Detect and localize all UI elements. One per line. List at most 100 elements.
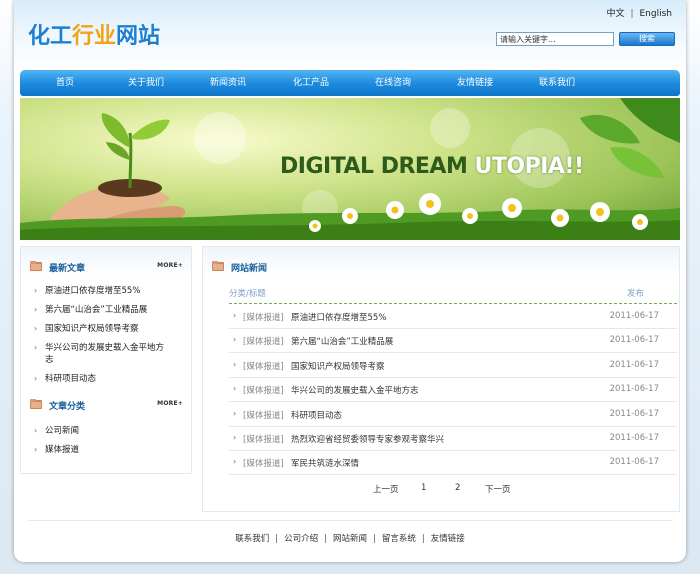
bullet-arrow-icon: › (34, 374, 38, 383)
news-title[interactable]: 军民共筑涟水深情 (291, 457, 359, 469)
lang-chinese-link[interactable]: 中文 (606, 9, 624, 19)
search-button[interactable]: 搜索 (619, 32, 675, 46)
news-row[interactable]: › [媒体报道] 第六届“山治会”工业精品展 2011-06-17 (229, 329, 677, 353)
pager-prev-link[interactable]: 上一页 (373, 483, 399, 495)
news-category[interactable]: [媒体报道] (243, 335, 284, 347)
latest-article-item[interactable]: › 科研项目动态 (27, 373, 187, 385)
news-category[interactable]: [媒体报道] (243, 433, 284, 445)
footer-separator: | (421, 534, 425, 544)
latest-article-item[interactable]: › 国家知识产权局领导考察 (27, 323, 187, 335)
footer-link-news[interactable]: 网站新闻 (333, 534, 367, 544)
arrow-icon: › (233, 457, 237, 466)
news-date: 2011-06-17 (609, 360, 659, 370)
bullet-arrow-icon: › (34, 324, 38, 333)
news-title[interactable]: 科研项目动态 (291, 409, 342, 421)
banner-title-part-1: DIGITAL DREAM (280, 154, 475, 179)
category-item[interactable]: › 媒体报道 (27, 444, 187, 456)
banner-title: DIGITAL DREAM UTOPIA!! (280, 154, 584, 179)
nav-item-home[interactable]: 首页 (30, 70, 100, 96)
news-row[interactable]: › [媒体报道] 军民共筑涟水深情 2011-06-17 (229, 451, 677, 475)
categories-more-link[interactable]: MORE+ (157, 400, 183, 407)
footer-separator: | (373, 534, 376, 544)
news-category[interactable]: [媒体报道] (243, 311, 284, 323)
news-title[interactable]: 热烈欢迎省经贸委领导专家参观考察华兴 (291, 433, 444, 445)
news-title[interactable]: 国家知识产权局领导考察 (291, 360, 385, 372)
header: 化工行业网站 中文 | English 搜索 (14, 0, 686, 68)
footer-link-guestbook[interactable]: 留言系统 (382, 534, 416, 544)
nav-item-products[interactable]: 化工产品 (276, 70, 346, 96)
news-category[interactable]: [媒体报道] (243, 409, 284, 421)
arrow-icon: › (233, 360, 237, 369)
arrow-icon: › (233, 409, 237, 418)
latest-article-title: 华兴公司的发展史载入金平地方志 (45, 343, 165, 365)
footer-link-contact[interactable]: 联系我们 (235, 534, 269, 544)
news-panel-title: 网站新闻 (231, 264, 268, 274)
news-panel: 网站新闻 分类/标题 发布 › [媒体报道] 原油进口依存度增至55% 2011-06… (202, 246, 680, 512)
footer-link-about[interactable]: 公司介绍 (284, 534, 318, 544)
folder-icon (30, 261, 42, 271)
nav-item-contact[interactable]: 联系我们 (522, 70, 592, 96)
categories-header: 文章分类 MORE+ (29, 397, 187, 413)
news-title[interactable]: 华兴公司的发展史载入金平地方志 (291, 384, 419, 396)
logo-part-1: 化工 (28, 24, 73, 49)
latest-more-link[interactable]: MORE+ (157, 262, 183, 269)
news-date: 2011-06-17 (609, 409, 659, 419)
footer-links: 联系我们 | 公司介绍 | 网站新闻 | 留言系统 | 友情链接 (14, 532, 686, 544)
footer-separator: | (324, 534, 327, 544)
arrow-icon: › (233, 311, 237, 320)
news-category[interactable]: [媒体报道] (243, 384, 284, 396)
news-category[interactable]: [媒体报道] (243, 457, 284, 469)
pager-page-2[interactable]: 2 (455, 483, 460, 493)
pager-page-1[interactable]: 1 (421, 483, 426, 493)
news-title[interactable]: 原油进口依存度增至55% (291, 311, 386, 323)
news-row[interactable]: › [媒体报道] 国家知识产权局领导考察 2011-06-17 (229, 354, 677, 378)
column-header-date: 发布 (627, 289, 645, 299)
news-category[interactable]: [媒体报道] (243, 360, 284, 372)
bullet-arrow-icon: › (34, 445, 38, 454)
news-date: 2011-06-17 (609, 433, 659, 443)
pager-next-link[interactable]: 下一页 (485, 483, 511, 495)
news-row[interactable]: › [媒体报道] 热烈欢迎省经贸委领导专家参观考察华兴 2011-06-17 (229, 427, 677, 451)
lang-separator: | (630, 9, 634, 19)
main-nav: 首页 关于我们 新闻资讯 化工产品 在线咨询 友情链接 联系我们 (20, 70, 680, 96)
footer-divider (28, 520, 672, 521)
category-item[interactable]: › 公司新闻 (27, 425, 187, 437)
latest-article-item[interactable]: › 原油进口依存度增至55% (27, 285, 187, 297)
sidebar: 最新文章 MORE+ › 原油进口依存度增至55% › 第六届“山治会”工业精品展 … (20, 246, 192, 474)
lang-english-link[interactable]: English (640, 9, 673, 19)
latest-article-title: 原油进口依存度增至55% (45, 286, 141, 296)
bullet-arrow-icon: › (34, 343, 38, 352)
bullet-arrow-icon: › (34, 305, 38, 314)
footer-link-friends[interactable]: 友情链接 (431, 534, 465, 544)
categories-title: 文章分类 (49, 402, 86, 412)
logo-part-2: 行业 (72, 24, 117, 49)
banner-title-part-2: UTOPIA!! (474, 154, 584, 179)
logo-part-3: 网站 (116, 24, 161, 49)
language-switch: 中文 | English (606, 6, 672, 19)
nav-item-links[interactable]: 友情链接 (440, 70, 510, 96)
news-row[interactable]: › [媒体报道] 原油进口依存度增至55% 2011-06-17 (229, 305, 677, 329)
news-date: 2011-06-17 (609, 311, 659, 321)
nav-item-news[interactable]: 新闻资讯 (193, 70, 263, 96)
site-logo[interactable]: 化工行业网站 (28, 18, 160, 50)
page-container: 化工行业网站 中文 | English 搜索 首页 关于我们 新闻资讯 化工产品 在… (14, 0, 686, 562)
category-label: 媒体报道 (45, 445, 80, 455)
folder-icon (30, 399, 42, 409)
categories-list: › 公司新闻 › 媒体报道 (27, 425, 187, 456)
nav-item-about[interactable]: 关于我们 (111, 70, 181, 96)
news-row[interactable]: › [媒体报道] 科研项目动态 2011-06-17 (229, 403, 677, 427)
latest-article-item[interactable]: › 第六届“山治会”工业精品展 (27, 304, 187, 316)
news-row[interactable]: › [媒体报道] 华兴公司的发展史载入金平地方志 2011-06-17 (229, 378, 677, 402)
bullet-arrow-icon: › (34, 286, 38, 295)
footer-separator: | (275, 534, 279, 544)
news-title[interactable]: 第六届“山治会”工业精品展 (291, 335, 393, 347)
search-input[interactable] (496, 32, 614, 46)
folder-icon (212, 261, 224, 271)
arrow-icon: › (233, 384, 237, 393)
bullet-arrow-icon: › (34, 426, 38, 435)
latest-articles-list: › 原油进口依存度增至55% › 第六届“山治会”工业精品展 › 国家知识产权局领导考… (27, 285, 187, 385)
news-date: 2011-06-17 (609, 457, 659, 467)
nav-item-consult[interactable]: 在线咨询 (358, 70, 428, 96)
hero-banner: DIGITAL DREAM UTOPIA!! (20, 98, 680, 240)
latest-article-item[interactable]: › 华兴公司的发展史载入金平地方志 (27, 342, 187, 366)
